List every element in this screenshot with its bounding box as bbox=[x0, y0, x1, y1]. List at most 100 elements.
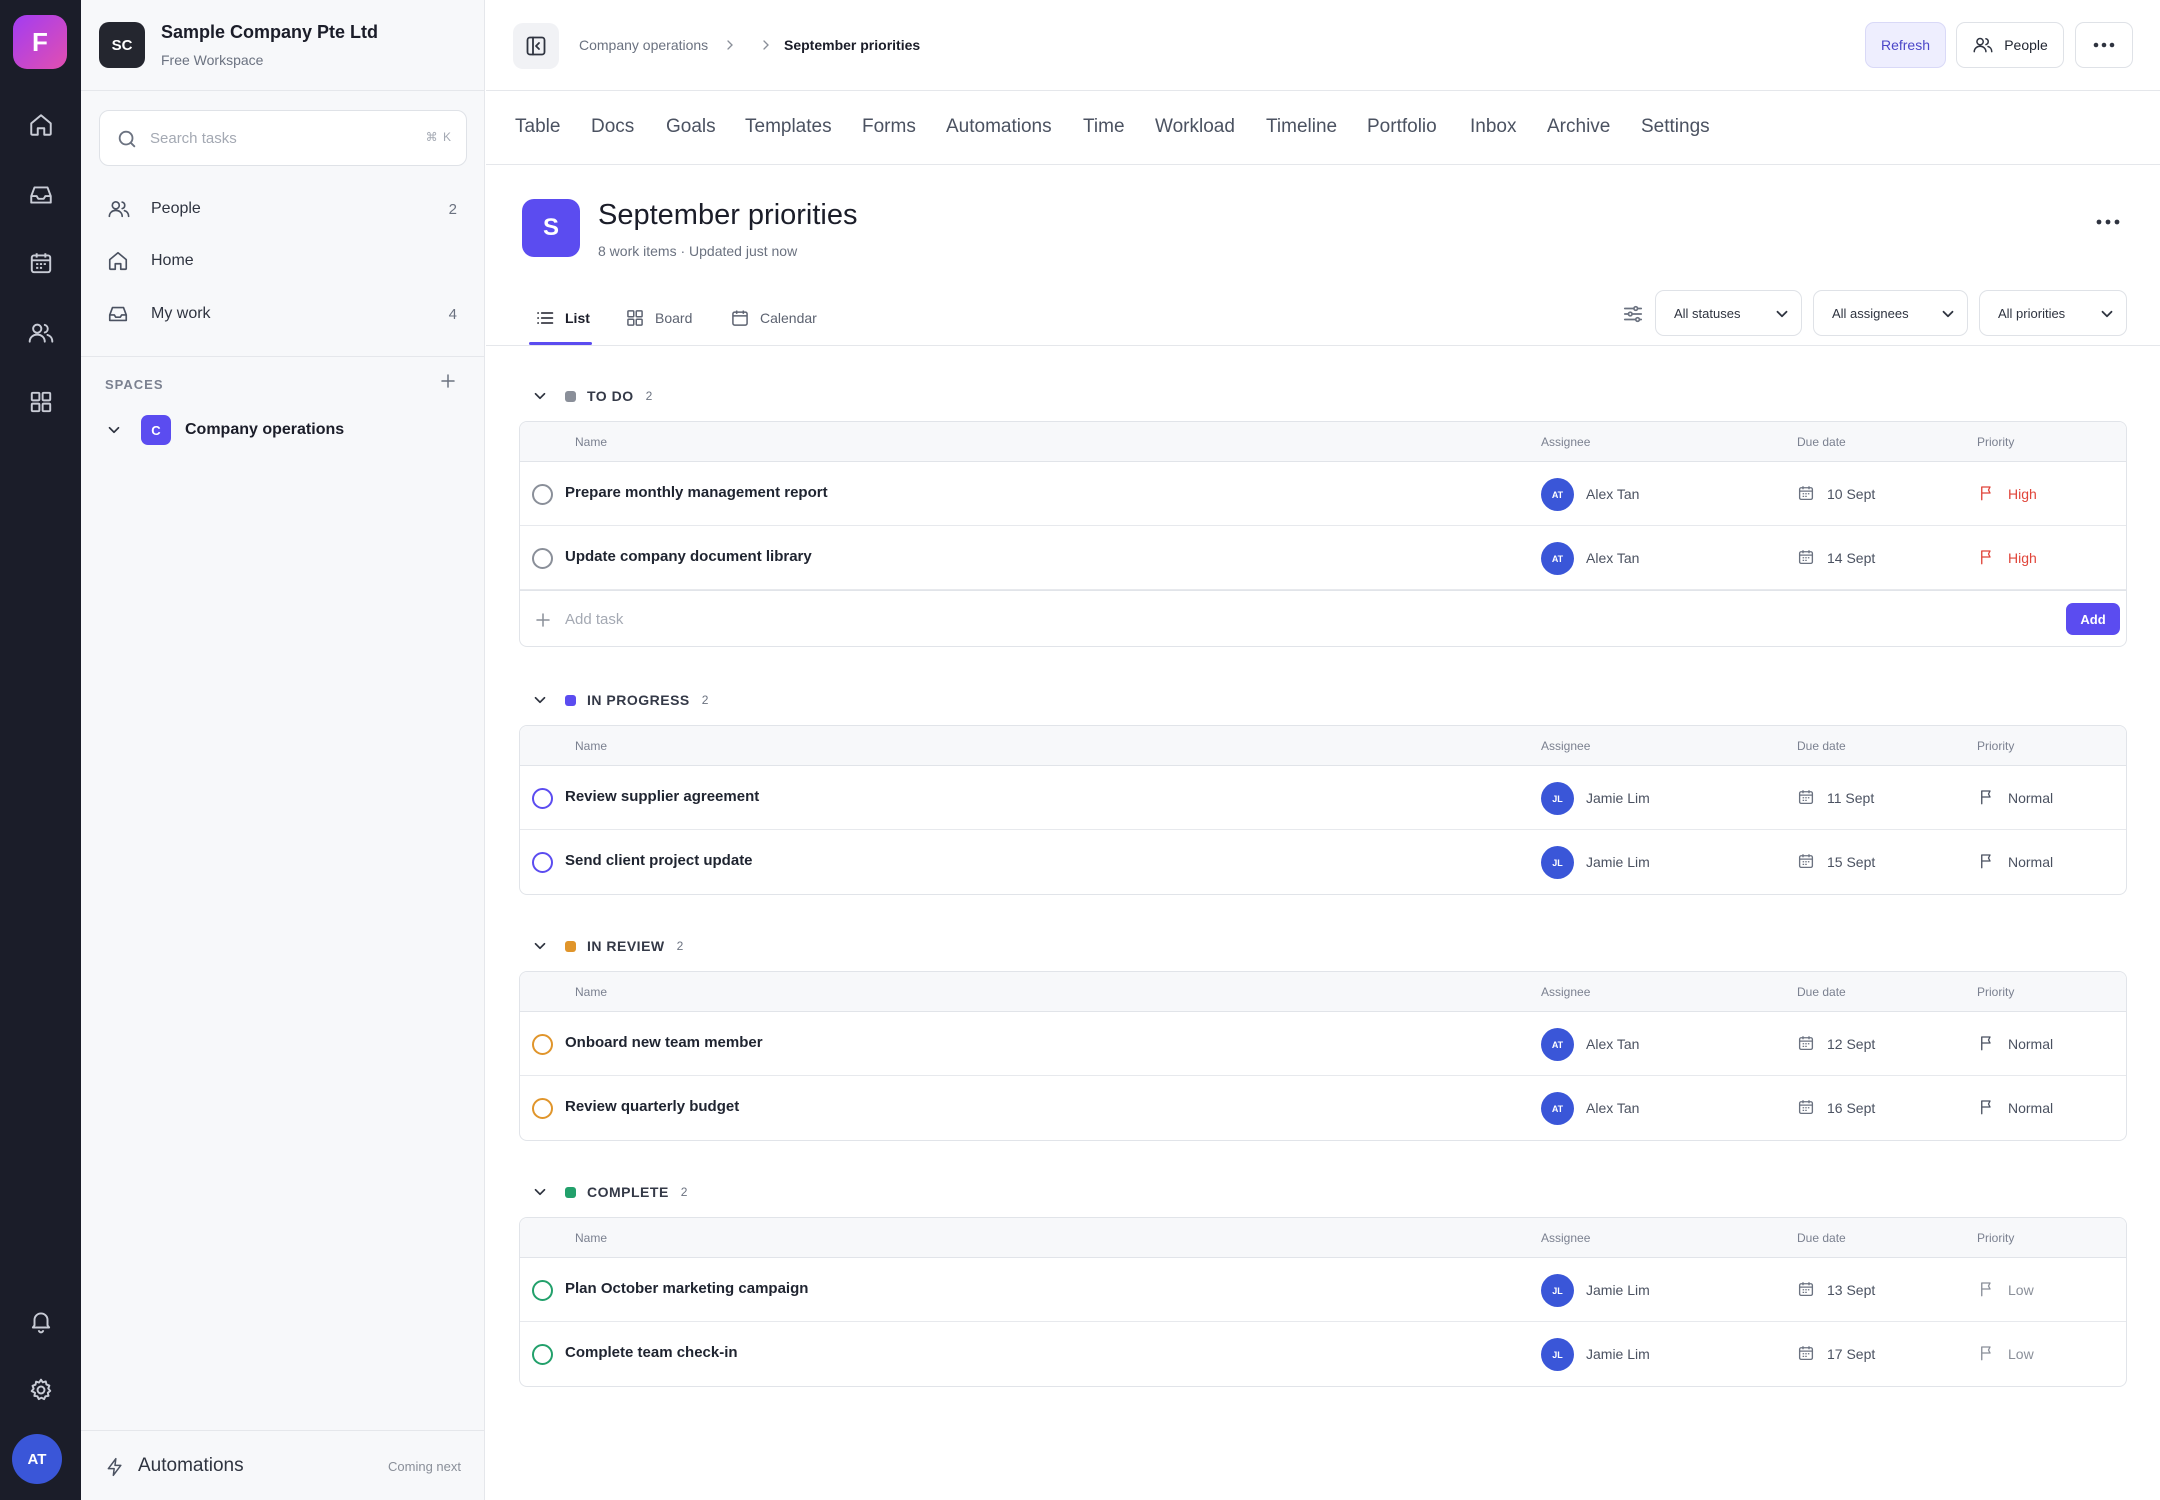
chevron-down-icon[interactable] bbox=[531, 387, 549, 405]
chevron-down-icon[interactable] bbox=[105, 421, 123, 439]
workspace-avatar[interactable]: SC bbox=[99, 22, 145, 68]
column-header-assignee[interactable]: Assignee bbox=[1541, 739, 1590, 753]
task-status-checkbox[interactable] bbox=[532, 484, 553, 505]
space-item-company-operations[interactable]: C Company operations bbox=[105, 412, 465, 448]
chevron-down-icon[interactable] bbox=[531, 937, 549, 955]
due-date[interactable]: 14 Sept bbox=[1827, 550, 1875, 566]
refresh-button[interactable]: Refresh bbox=[1865, 22, 1946, 68]
column-header-due-date[interactable]: Due date bbox=[1797, 985, 1846, 999]
project-more-button[interactable] bbox=[2096, 219, 2120, 225]
column-header-name[interactable]: Name bbox=[575, 985, 607, 999]
column-header-priority[interactable]: Priority bbox=[1977, 985, 2014, 999]
view-board[interactable]: Board bbox=[625, 302, 692, 334]
task-status-checkbox[interactable] bbox=[532, 1034, 553, 1055]
tab-table[interactable]: Table bbox=[515, 116, 560, 138]
group-header-in-progress[interactable]: IN PROGRESS 2 bbox=[531, 689, 708, 711]
tab-automations[interactable]: Automations bbox=[946, 116, 1052, 138]
home-icon[interactable] bbox=[21, 105, 61, 145]
user-avatar[interactable]: AT bbox=[12, 1434, 62, 1484]
add-space-button[interactable] bbox=[439, 372, 457, 390]
tab-archive[interactable]: Archive bbox=[1547, 116, 1610, 138]
column-header-assignee[interactable]: Assignee bbox=[1541, 1231, 1590, 1245]
group-header-in-review[interactable]: IN REVIEW 2 bbox=[531, 935, 683, 957]
chevron-down-icon[interactable] bbox=[531, 691, 549, 709]
task-status-checkbox[interactable] bbox=[532, 1098, 553, 1119]
filter-sliders-icon[interactable] bbox=[1622, 303, 1644, 325]
group-header-complete[interactable]: COMPLETE 2 bbox=[531, 1181, 687, 1203]
avatar[interactable]: AT bbox=[1541, 542, 1574, 575]
table-row[interactable]: Plan October marketing campaign JL Jamie L… bbox=[520, 1258, 2126, 1322]
apps-grid-icon[interactable] bbox=[21, 382, 61, 422]
task-name[interactable]: Update company document library bbox=[565, 548, 812, 565]
avatar[interactable]: JL bbox=[1541, 1274, 1574, 1307]
task-status-checkbox[interactable] bbox=[532, 788, 553, 809]
calendar-icon[interactable] bbox=[21, 243, 61, 283]
table-row[interactable]: Review supplier agreement JL Jamie Lim 11 S… bbox=[520, 766, 2126, 830]
table-row[interactable]: Review quarterly budget AT Alex Tan 16 Sept… bbox=[520, 1076, 2126, 1140]
table-row[interactable]: Update company document library AT Alex Ta… bbox=[520, 526, 2126, 590]
due-date[interactable]: 13 Sept bbox=[1827, 1282, 1875, 1298]
chevron-down-icon[interactable] bbox=[531, 1183, 549, 1201]
task-name[interactable]: Send client project update bbox=[565, 852, 753, 869]
add-task-row[interactable]: Add task Add bbox=[520, 590, 2126, 646]
avatar[interactable]: JL bbox=[1541, 1338, 1574, 1371]
more-options-button[interactable] bbox=[2075, 22, 2133, 68]
priority-label[interactable]: Low bbox=[2008, 1282, 2034, 1298]
due-date[interactable]: 11 Sept bbox=[1827, 790, 1874, 806]
tab-templates[interactable]: Templates bbox=[745, 116, 832, 138]
task-name[interactable]: Onboard new team member bbox=[565, 1034, 763, 1051]
column-header-priority[interactable]: Priority bbox=[1977, 1231, 2014, 1245]
task-name[interactable]: Review supplier agreement bbox=[565, 788, 759, 805]
priority-label[interactable]: High bbox=[2008, 550, 2037, 566]
people-button[interactable]: People bbox=[1956, 22, 2064, 68]
due-date[interactable]: 16 Sept bbox=[1827, 1100, 1875, 1116]
column-header-due-date[interactable]: Due date bbox=[1797, 739, 1846, 753]
bell-icon[interactable] bbox=[21, 1301, 61, 1341]
task-name[interactable]: Review quarterly budget bbox=[565, 1098, 739, 1115]
avatar[interactable]: AT bbox=[1541, 1092, 1574, 1125]
avatar[interactable]: JL bbox=[1541, 782, 1574, 815]
sidebar-item-my-work[interactable]: My work 4 bbox=[99, 291, 467, 337]
add-task-input[interactable]: Add task bbox=[565, 611, 623, 628]
table-row[interactable]: Prepare monthly management report AT Alex … bbox=[520, 462, 2126, 526]
group-header-to-do[interactable]: TO DO 2 bbox=[531, 385, 652, 407]
task-name[interactable]: Plan October marketing campaign bbox=[565, 1280, 808, 1297]
tab-timeline[interactable]: Timeline bbox=[1266, 116, 1337, 138]
column-header-name[interactable]: Name bbox=[575, 1231, 607, 1245]
tab-workload[interactable]: Workload bbox=[1155, 116, 1235, 138]
assignee-filter-select[interactable]: All assignees bbox=[1813, 290, 1968, 336]
avatar[interactable]: AT bbox=[1541, 478, 1574, 511]
priority-label[interactable]: Normal bbox=[2008, 790, 2053, 806]
status-filter-select[interactable]: All statuses bbox=[1655, 290, 1802, 336]
inbox-icon[interactable] bbox=[21, 175, 61, 215]
people-icon[interactable] bbox=[21, 313, 61, 353]
column-header-due-date[interactable]: Due date bbox=[1797, 1231, 1846, 1245]
table-row[interactable]: Complete team check-in JL Jamie Lim 17 Sept… bbox=[520, 1322, 2126, 1386]
column-header-priority[interactable]: Priority bbox=[1977, 739, 2014, 753]
due-date[interactable]: 17 Sept bbox=[1827, 1346, 1875, 1362]
app-logo[interactable]: F bbox=[13, 15, 67, 69]
view-list[interactable]: List bbox=[535, 302, 590, 334]
tab-time[interactable]: Time bbox=[1083, 116, 1125, 138]
task-status-checkbox[interactable] bbox=[532, 1280, 553, 1301]
column-header-priority[interactable]: Priority bbox=[1977, 435, 2014, 449]
breadcrumb-parent[interactable]: Company operations bbox=[579, 37, 708, 53]
table-row[interactable]: Onboard new team member AT Alex Tan 12 Sept… bbox=[520, 1012, 2126, 1076]
priority-label[interactable]: Normal bbox=[2008, 854, 2053, 870]
column-header-name[interactable]: Name bbox=[575, 435, 607, 449]
tab-portfolio[interactable]: Portfolio bbox=[1367, 116, 1437, 138]
task-name[interactable]: Complete team check-in bbox=[565, 1344, 738, 1361]
task-name[interactable]: Prepare monthly management report bbox=[565, 484, 828, 501]
task-status-checkbox[interactable] bbox=[532, 548, 553, 569]
tab-forms[interactable]: Forms bbox=[862, 116, 916, 138]
priority-label[interactable]: High bbox=[2008, 486, 2037, 502]
column-header-name[interactable]: Name bbox=[575, 739, 607, 753]
view-calendar[interactable]: Calendar bbox=[730, 302, 817, 334]
priority-label[interactable]: Normal bbox=[2008, 1036, 2053, 1052]
task-status-checkbox[interactable] bbox=[532, 1344, 553, 1365]
due-date[interactable]: 10 Sept bbox=[1827, 486, 1875, 502]
table-row[interactable]: Send client project update JL Jamie Lim 15 … bbox=[520, 830, 2126, 894]
avatar[interactable]: JL bbox=[1541, 846, 1574, 879]
add-task-button[interactable]: Add bbox=[2066, 603, 2120, 635]
tab-inbox[interactable]: Inbox bbox=[1470, 116, 1516, 138]
